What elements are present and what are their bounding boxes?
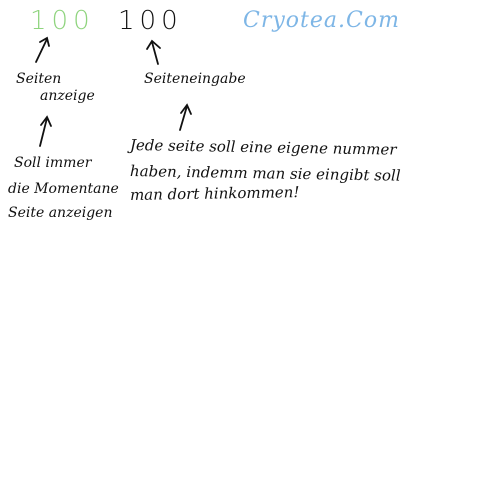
- page-display-number: 100: [30, 6, 95, 36]
- arrow-up-icon: [146, 39, 161, 65]
- left-note-line1: Soll immer: [14, 155, 92, 171]
- right-note-line3: man dort hinkommen!: [129, 183, 300, 204]
- brand-text: Cryotea.Com: [243, 8, 400, 33]
- right-note-line2: haben, indemm man sie eingibt soll: [129, 162, 401, 185]
- page-display-label-line1: Seiten: [16, 71, 62, 87]
- arrow-up-icon: [35, 36, 50, 63]
- arrow-up-icon: [39, 115, 52, 147]
- arrow-up-icon: [179, 103, 192, 131]
- left-note-line2: die Momentane: [8, 181, 119, 197]
- page-input-number[interactable]: 100: [118, 8, 183, 34]
- right-note-line1: Jede seite soll eine eigene nummer: [129, 136, 397, 159]
- annotation-arrows: [35, 36, 192, 147]
- left-note-line3: Seite anzeigen: [8, 205, 113, 221]
- page-display-label-line2: anzeige: [40, 88, 95, 104]
- page-input-label: Seiteneingabe: [144, 71, 246, 87]
- sketch-canvas: 100 100 Cryotea.Com Seiten anzeige Seite…: [0, 0, 500, 500]
